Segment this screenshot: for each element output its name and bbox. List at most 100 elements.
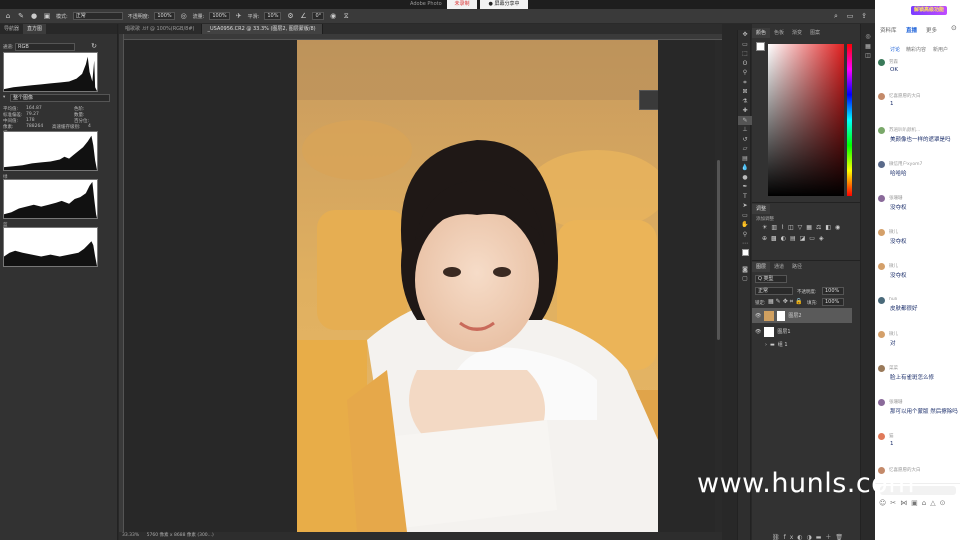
color-lookup-icon[interactable]: ▩ xyxy=(771,235,777,242)
tab-channels[interactable]: 通道 xyxy=(770,262,788,272)
eraser-tool-icon[interactable]: ▱ xyxy=(738,144,752,154)
screen-mode-icon[interactable]: ▢ xyxy=(738,274,752,284)
share-icon[interactable]: ⇪ xyxy=(860,12,868,20)
message-username[interactable]: 张珊珊 xyxy=(878,399,958,405)
lasso-tool-icon[interactable]: ʘ xyxy=(738,59,752,69)
pressure-size-icon[interactable]: ◉ xyxy=(329,12,337,20)
color-balance-icon[interactable]: ⚖ xyxy=(816,224,821,231)
group-chevron-icon[interactable]: › xyxy=(765,342,767,348)
tab-navigator[interactable]: 导航器 xyxy=(0,24,23,34)
layer-row-3[interactable]: › ▬ 组 1 xyxy=(752,337,852,352)
panel-icon-1[interactable]: ◎ xyxy=(861,32,875,42)
invert-icon[interactable]: ◐ xyxy=(781,235,786,242)
layer-opacity-input[interactable]: 100% xyxy=(822,287,844,295)
user-avatar[interactable] xyxy=(878,263,885,270)
scroll-thumb[interactable] xyxy=(717,160,720,340)
workspace-icon[interactable]: ▭ xyxy=(846,12,854,20)
history-brush-icon[interactable]: ↺ xyxy=(738,135,752,145)
blend-mode-select[interactable]: 正常 xyxy=(755,287,793,295)
tab-adjustments[interactable]: 调整 xyxy=(752,204,771,214)
tab-library[interactable]: 资料库 xyxy=(880,26,897,34)
type-tool-icon[interactable]: T xyxy=(738,192,752,202)
levels-icon[interactable]: ▥ xyxy=(771,224,777,231)
posterize-icon[interactable]: ▤ xyxy=(790,235,796,242)
subtab-highlights[interactable]: 精彩内容 xyxy=(906,46,926,53)
gradient-map-icon[interactable]: ▭ xyxy=(809,235,815,242)
user-avatar[interactable] xyxy=(878,365,885,372)
black-white-icon[interactable]: ◧ xyxy=(825,224,831,231)
healing-tool-icon[interactable]: ✚ xyxy=(738,106,752,116)
message-username[interactable]: 菜菜 xyxy=(878,365,958,371)
flow-input[interactable]: 100% xyxy=(209,12,230,20)
home-icon[interactable]: ⌂ xyxy=(4,12,12,20)
marquee-tool-icon[interactable]: ⬚ xyxy=(738,49,752,59)
document-tab-2[interactable]: _USA0956.CR2 @ 33.3% (图层2, 图层蒙版/8) xyxy=(201,24,323,34)
panel-icon-3[interactable]: ◫ xyxy=(861,51,875,61)
exposure-icon[interactable]: ◫ xyxy=(788,224,794,231)
subtab-new-users[interactable]: 新用户 xyxy=(933,46,948,53)
blur-tool-icon[interactable]: 💧 xyxy=(738,163,752,173)
source-select[interactable]: 整个图像 xyxy=(10,94,110,102)
angle-icon[interactable]: ∠ xyxy=(299,12,307,20)
hue-slider[interactable] xyxy=(847,44,852,196)
subtab-discussion[interactable]: 讨论 xyxy=(890,46,900,53)
stamp-tool-icon[interactable]: ⊥ xyxy=(738,125,752,135)
visibility-eye-icon[interactable]: 👁 xyxy=(755,329,761,335)
mode-select[interactable]: 正常 xyxy=(72,12,123,20)
user-avatar[interactable] xyxy=(878,331,885,338)
user-avatar[interactable] xyxy=(878,229,885,236)
upgrade-banner[interactable]: 解锁高级功能 xyxy=(911,6,947,15)
pressure-opacity-icon[interactable]: ◎ xyxy=(180,12,188,20)
user-avatar[interactable] xyxy=(878,433,885,440)
eyedropper-tool-icon[interactable]: ⚗ xyxy=(738,97,752,107)
move-tool-icon[interactable]: ✥ xyxy=(738,30,752,40)
foreground-color-swatch[interactable] xyxy=(756,42,765,51)
hue-saturation-icon[interactable]: ▦ xyxy=(806,224,812,231)
tab-layers[interactable]: 图层 xyxy=(752,262,771,272)
vibrance-icon[interactable]: ▽ xyxy=(798,224,803,231)
airbrush-icon[interactable]: ✈ xyxy=(235,12,243,20)
layer-filter-select[interactable]: Q 类型 xyxy=(755,275,787,283)
zoom-tool-icon[interactable]: ⚲ xyxy=(738,230,752,240)
canvas-scrollbar[interactable] xyxy=(715,40,722,532)
artboard-tool-icon[interactable]: ▭ xyxy=(738,40,752,50)
brush-size-icon[interactable]: ● xyxy=(30,12,38,20)
smooth-input[interactable]: 10% xyxy=(264,12,282,20)
curves-icon[interactable]: ⌇ xyxy=(781,224,784,231)
message-username[interactable]: 忆喜愿愿的大白 xyxy=(878,93,958,99)
brush-tool-active-icon[interactable]: ✎ xyxy=(738,115,752,125)
threshold-icon[interactable]: ◪ xyxy=(800,235,806,242)
brightness-icon[interactable]: ☀ xyxy=(762,224,767,231)
message-username[interactable]: 微儿 xyxy=(878,229,958,235)
path-select-icon[interactable]: ➤ xyxy=(738,201,752,211)
tab-more[interactable]: 更多 xyxy=(926,26,937,34)
fill-input[interactable]: 100% xyxy=(822,298,844,306)
tab-patterns[interactable]: 图案 xyxy=(806,28,824,38)
lock-icons[interactable]: ▦✎✥⌗🔒 xyxy=(768,298,805,306)
screen-share-badge[interactable]: ● 屏幕分享中 xyxy=(480,0,528,9)
portrait-photo[interactable] xyxy=(297,40,658,532)
visibility-eye-icon[interactable]: 👁 xyxy=(755,313,761,319)
quick-select-tool-icon[interactable]: ⚲ xyxy=(738,68,752,78)
crop-tool-icon[interactable]: ⌗ xyxy=(738,78,752,88)
chat-settings-icon[interactable]: ⊙ xyxy=(951,24,957,32)
tab-swatches[interactable]: 色板 xyxy=(770,28,788,38)
frame-tool-icon[interactable]: ⊠ xyxy=(738,87,752,97)
search-icon[interactable]: ⌕ xyxy=(832,12,840,20)
message-username[interactable]: huli xyxy=(878,297,958,302)
color-swatches-icon[interactable] xyxy=(738,248,752,265)
opacity-input[interactable]: 100% xyxy=(154,12,175,20)
floating-mini-panel[interactable] xyxy=(639,90,658,110)
hand-tool-icon[interactable]: ✋ xyxy=(738,220,752,230)
message-username[interactable]: 劳森 xyxy=(878,59,958,65)
tab-live[interactable]: 直播 xyxy=(906,26,917,34)
tab-color[interactable]: 颜色 xyxy=(752,28,771,38)
pen-tool-icon[interactable]: ✒ xyxy=(738,182,752,192)
quick-mask-icon[interactable]: ◙ xyxy=(738,265,752,275)
zoom-level[interactable]: 33.33% xyxy=(122,533,139,538)
more-tools-icon[interactable]: ⋯ xyxy=(738,239,752,249)
chat-toolbar-icons[interactable]: ☺✂⋈▣⌂△⊙ xyxy=(879,499,949,507)
message-username[interactable]: 微儿 xyxy=(878,263,958,269)
user-avatar[interactable] xyxy=(878,297,885,304)
brush-tool-icon[interactable]: ✎ xyxy=(17,12,25,20)
